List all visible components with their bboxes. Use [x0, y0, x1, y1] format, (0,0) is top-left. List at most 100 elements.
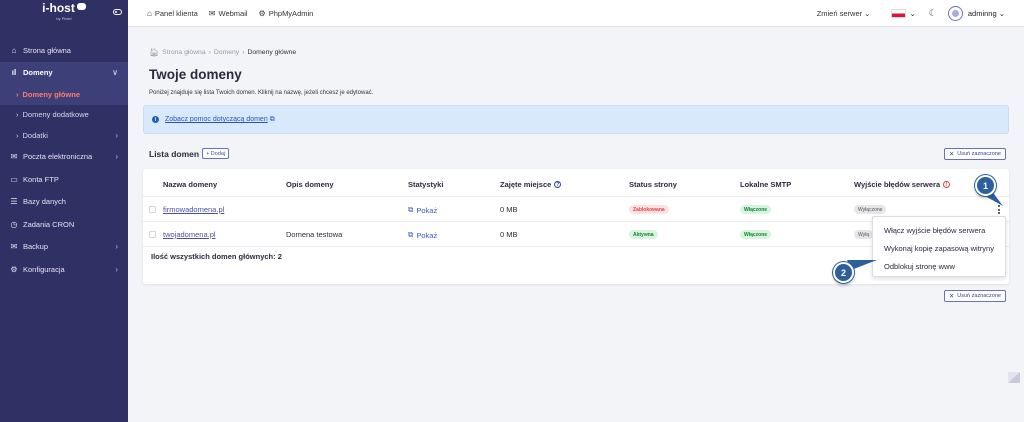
domains-total: Ilość wszystkich domen głównych: 2	[151, 252, 282, 261]
gear-icon: ⚙	[10, 264, 18, 274]
panel-link[interactable]: ⌂ Panel klienta	[147, 9, 198, 18]
sidebar-item-ftp[interactable]: ▭ Konta FTP	[0, 168, 128, 191]
used-space: 0 MB	[500, 230, 518, 239]
breadcrumb: 🏠︎ Strona główna › Domeny › Domeny główn…	[149, 48, 296, 57]
breadcrumb-current: Domeny główne	[247, 49, 297, 56]
status-badge: Zablokowana	[629, 205, 669, 214]
smtp-badge: Włączone	[740, 230, 772, 239]
menu-item-unblock[interactable]: Odblokuj stronę www	[873, 257, 1005, 275]
sidebar-item-main-domains[interactable]: › Domeny główne	[0, 84, 128, 105]
sidebar-item-label: Domeny główne	[22, 89, 81, 99]
chevron-right-icon: ›	[16, 110, 19, 120]
menu-item-enable-errors[interactable]: Włącz wyjście błędów serwera	[873, 221, 1005, 239]
clock-icon: ◷	[10, 219, 18, 229]
page-description: Poniżej znajduje się lista Twoich domen.…	[149, 90, 374, 96]
status-badge: Aktywna	[629, 230, 658, 239]
external-link-icon: ⧉	[408, 205, 414, 214]
change-server-dropdown[interactable]: Zmień serwer ⌄	[817, 9, 871, 18]
warning-icon[interactable]: !	[943, 181, 951, 188]
cloud-icon	[76, 3, 86, 10]
moon-icon[interactable]: ☾	[929, 8, 937, 19]
column-header-stats[interactable]: Statystyki	[408, 180, 443, 189]
chevron-right-icon: ›	[115, 130, 118, 140]
sidebar-item-backup[interactable]: ✉ Backup ›	[0, 236, 128, 259]
column-header-label: Lokalne SMTP	[740, 180, 792, 189]
image-placeholder-icon	[1008, 372, 1020, 383]
stats-link[interactable]: ⧉ Pokaż	[408, 230, 437, 240]
domain-link[interactable]: firmowadomena.pl	[163, 205, 224, 214]
info-box: i Zobacz pomoc dotyczącą domen ⧉	[143, 105, 1009, 134]
chart-icon: ıl	[11, 68, 17, 78]
webmail-link-label: Webmail	[218, 8, 248, 18]
breadcrumb-item[interactable]: Domeny	[214, 49, 239, 56]
errors-badge: Wyłączone	[854, 205, 887, 214]
database-icon: ☰	[10, 197, 18, 207]
chevron-right-icon: ›	[115, 264, 118, 274]
column-header-smtp[interactable]: Lokalne SMTP	[740, 180, 791, 189]
add-domain-button[interactable]: + Dodaj	[202, 148, 230, 159]
row-checkbox[interactable]	[149, 206, 156, 213]
user-menu[interactable]: adminng ⌄	[968, 9, 1005, 18]
column-header-desc[interactable]: Opis domeny	[286, 180, 334, 189]
sidebar-item-label: Strona główna	[23, 45, 71, 55]
chevron-right-icon: ›	[16, 130, 19, 140]
step-1-marker: 1	[975, 175, 996, 196]
breadcrumb-item[interactable]: Strona główna	[162, 49, 205, 56]
remove-selected-button-bottom[interactable]: ✕ Usuń zaznaczone	[943, 290, 1006, 302]
row-checkbox[interactable]	[149, 231, 156, 238]
gear-icon: ⚙	[258, 8, 266, 18]
logo-area: i-host by Pictel	[0, 0, 128, 27]
sidebar-item-label: Backup	[23, 242, 49, 252]
sidebar-item-config[interactable]: ⚙ Konfiguracja ›	[0, 258, 128, 281]
panel-link-label: Panel klienta	[154, 8, 198, 18]
chevron-down-icon: ∨	[112, 68, 118, 78]
help-icon[interactable]: ?	[554, 181, 562, 188]
sidebar-toggle-icon[interactable]	[113, 9, 122, 15]
avatar[interactable]	[947, 5, 963, 21]
logo-subtitle: by Pictel	[56, 16, 72, 21]
sidebar: i-host by Pictel ⌂ Strona główna ıl Dome…	[0, 0, 128, 422]
breadcrumb-separator: ›	[242, 49, 245, 56]
sidebar-item-databases[interactable]: ☰ Bazy danych	[0, 191, 128, 214]
column-header-name[interactable]: Nazwa domeny	[163, 180, 217, 189]
help-link[interactable]: Zobacz pomoc dotyczącą domen	[165, 116, 268, 123]
chevron-right-icon: ›	[115, 242, 118, 252]
column-header-label: Status strony	[629, 180, 677, 189]
sidebar-item-email[interactable]: ✉ Poczta elektroniczna ›	[0, 146, 128, 169]
row-actions-menu: Włącz wyjście błędów serwera Wykonaj kop…	[872, 216, 1006, 277]
column-header-status[interactable]: Status strony	[629, 180, 677, 189]
folder-icon: ▭	[10, 174, 18, 184]
used-space: 0 MB	[500, 205, 518, 214]
column-header-errors[interactable]: Wyjście błędów serwera!	[854, 180, 951, 189]
chevron-right-icon: ›	[16, 89, 19, 99]
domain-description: Domena testowa	[286, 230, 343, 239]
remove-selected-label: Usuń zaznaczone	[957, 151, 1001, 157]
list-title-text: Lista domen	[149, 148, 200, 159]
topbar: ⌂ Panel klienta ✉ Webmail ⚙ PhpMyAdmin Z…	[128, 0, 1024, 27]
language-selector[interactable]: ⌄	[891, 8, 916, 18]
domain-link[interactable]: twojadomena.pl	[163, 230, 216, 239]
sidebar-item-addon-domains[interactable]: › Domeny dodatkowe	[0, 105, 128, 126]
menu-item-backup[interactable]: Wykonaj kopię zapasową witryny	[873, 239, 1005, 257]
sidebar-item-addons[interactable]: › Dodatki ›	[0, 125, 128, 146]
logo[interactable]: i-host by Pictel	[42, 2, 86, 24]
list-title: Lista domen + Dodaj	[149, 148, 230, 159]
column-header-space[interactable]: Zajęte miejsce?	[500, 180, 562, 189]
mail-icon: ✉	[10, 152, 18, 162]
sidebar-item-label: Poczta elektroniczna	[23, 152, 93, 162]
sidebar-item-label: Dodatki	[22, 130, 48, 140]
home-icon[interactable]: 🏠︎	[149, 48, 159, 57]
errors-badge: Wyłą	[854, 230, 874, 239]
stats-link[interactable]: ⧉ Pokaż	[408, 205, 437, 215]
sidebar-item-cron[interactable]: ◷ Zadania CRON	[0, 213, 128, 236]
backup-icon: ✉	[10, 242, 18, 252]
webmail-link[interactable]: ✉ Webmail	[209, 9, 248, 18]
sidebar-item-domains[interactable]: ıl Domeny ∨	[0, 61, 128, 84]
remove-selected-button-top[interactable]: ✕ Usuń zaznaczone	[943, 148, 1006, 160]
info-icon: i	[152, 116, 159, 123]
home-icon: ⌂	[147, 8, 152, 18]
sidebar-item-label: Konta FTP	[23, 174, 59, 184]
sidebar-item-home[interactable]: ⌂ Strona główna	[0, 39, 128, 62]
phpmyadmin-link[interactable]: ⚙ PhpMyAdmin	[259, 9, 314, 18]
chevron-right-icon: ›	[115, 152, 118, 162]
